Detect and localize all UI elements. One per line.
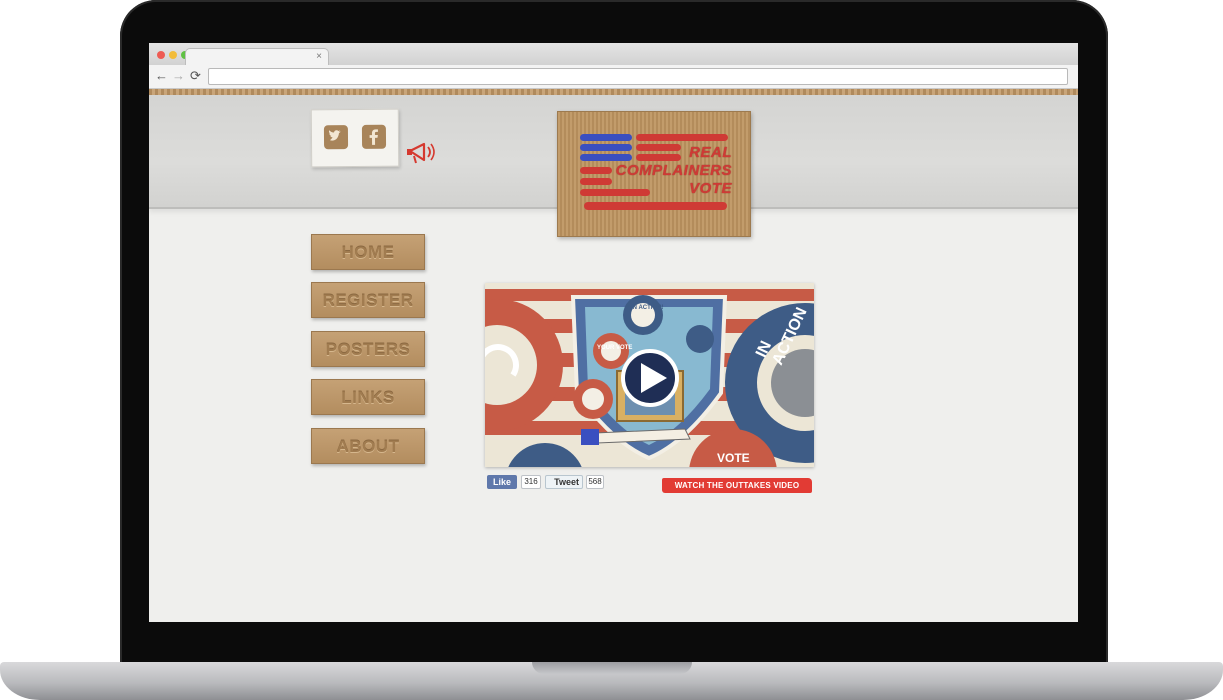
browser-tab[interactable]: × (185, 48, 329, 65)
watch-outtakes-button[interactable]: WATCH THE OUTTAKES VIDEO (662, 478, 812, 493)
video-player[interactable]: IN ACTION! YOUR VOTE IN ACTION VOTE (485, 283, 814, 467)
reload-icon[interactable]: ⟳ (190, 69, 201, 83)
twitter-icon[interactable] (323, 125, 349, 150)
logo-text-vote: VOTE (689, 180, 732, 197)
address-bar[interactable] (208, 68, 1068, 85)
minimize-window-button[interactable] (169, 51, 177, 59)
video-bottom-text: VOTE (717, 451, 750, 465)
tab-close-icon[interactable]: × (316, 50, 322, 64)
web-page: REAL COMPLAINERS VOTE HOME REGISTER POST… (149, 89, 1078, 622)
nav-home[interactable]: HOME (311, 234, 425, 270)
logo-text-complainers: COMPLAINERS (615, 162, 732, 179)
tweet-count: 568 (586, 475, 604, 489)
nav-about[interactable]: ABOUT (311, 428, 425, 464)
nav-links[interactable]: LINKS (311, 379, 425, 415)
laptop-hinge-notch (532, 662, 692, 674)
facebook-like-count: 316 (521, 475, 541, 489)
tweet-label: Tweet (554, 477, 579, 487)
back-arrow-icon[interactable]: ← (155, 69, 168, 83)
laptop-screen: × ← → ⟳ REAL COMPLAINERS VOTE HOME REGIS… (149, 43, 1078, 622)
tweet-button[interactable]: Tweet (545, 475, 583, 489)
forward-arrow-icon[interactable]: → (172, 69, 185, 83)
facebook-like-label: Like (492, 477, 511, 487)
close-window-button[interactable] (157, 51, 165, 59)
social-links-card (310, 108, 400, 168)
site-logo[interactable]: REAL COMPLAINERS VOTE (557, 111, 751, 237)
video-badge-in-action: IN ACTION! (631, 305, 664, 311)
logo-text-real: REAL (689, 144, 732, 161)
nav-register[interactable]: REGISTER (311, 282, 425, 318)
browser-toolbar: ← → ⟳ (149, 65, 1078, 89)
nav-posters[interactable]: POSTERS (311, 331, 425, 367)
video-badge-your-vote: YOUR VOTE (597, 345, 633, 351)
facebook-icon[interactable] (361, 124, 387, 149)
facebook-like-button[interactable]: Like (487, 475, 517, 489)
megaphone-icon (406, 139, 442, 165)
browser-tab-strip: × (149, 43, 1078, 65)
